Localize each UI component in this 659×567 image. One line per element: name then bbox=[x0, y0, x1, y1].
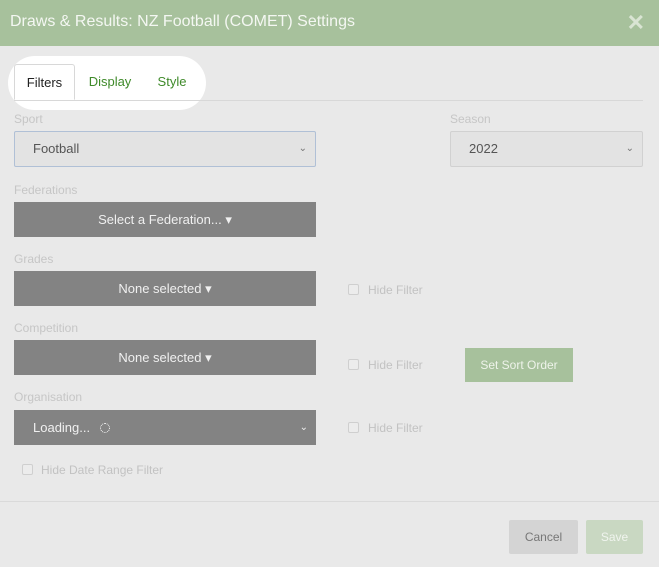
sport-select[interactable]: Football ⌄ bbox=[14, 131, 316, 167]
loading-spinner-icon bbox=[99, 423, 110, 433]
competition-value: None selected bbox=[118, 350, 202, 365]
caret-down-icon: ▾ bbox=[205, 350, 212, 365]
federations-dropdown[interactable]: Select a Federation... ▾ bbox=[14, 202, 316, 237]
organisation-value: Loading... bbox=[33, 420, 91, 435]
organisation-select[interactable]: Loading... ⌄ bbox=[14, 410, 316, 445]
save-button[interactable]: Save bbox=[586, 520, 643, 554]
chevron-down-icon: ⌄ bbox=[298, 143, 307, 154]
competition-dropdown[interactable]: None selected ▾ bbox=[14, 340, 316, 375]
grades-label: Grades bbox=[14, 252, 54, 266]
season-label: Season bbox=[450, 112, 491, 126]
caret-down-icon: ▾ bbox=[225, 212, 232, 227]
hide-date-range-label: Hide Date Range Filter bbox=[41, 463, 164, 477]
tab-display[interactable]: Display bbox=[80, 64, 140, 100]
federations-value: Select a Federation... bbox=[98, 212, 222, 227]
grades-hide-filter-label: Hide Filter bbox=[368, 283, 423, 297]
tab-style[interactable]: Style bbox=[146, 64, 198, 100]
tab-divider bbox=[14, 100, 643, 101]
grades-value: None selected bbox=[118, 281, 202, 296]
chevron-down-icon: ⌄ bbox=[625, 143, 634, 154]
competition-hide-filter-checkbox[interactable] bbox=[348, 359, 359, 370]
organisation-label: Organisation bbox=[14, 390, 83, 404]
dialog-header: Draws & Results: NZ Football (COMET) Set… bbox=[0, 0, 659, 46]
hide-date-range-checkbox[interactable] bbox=[22, 464, 33, 475]
season-value: 2022 bbox=[469, 141, 498, 156]
sport-label: Sport bbox=[14, 112, 43, 126]
chevron-down-icon: ⌄ bbox=[299, 422, 308, 433]
competition-label: Competition bbox=[14, 321, 79, 335]
grades-hide-filter-checkbox[interactable] bbox=[348, 284, 359, 295]
organisation-hide-filter-label: Hide Filter bbox=[368, 421, 423, 435]
organisation-hide-filter-checkbox[interactable] bbox=[348, 422, 359, 433]
federations-label: Federations bbox=[14, 183, 78, 197]
close-icon[interactable]: ✕ bbox=[627, 12, 645, 34]
competition-hide-filter-label: Hide Filter bbox=[368, 358, 423, 372]
tab-filters[interactable]: Filters bbox=[14, 64, 75, 100]
caret-down-icon: ▾ bbox=[205, 281, 212, 296]
footer-divider bbox=[0, 501, 659, 502]
grades-dropdown[interactable]: None selected ▾ bbox=[14, 271, 316, 306]
season-select[interactable]: 2022 ⌄ bbox=[450, 131, 643, 167]
cancel-button[interactable]: Cancel bbox=[509, 520, 578, 554]
set-sort-order-button[interactable]: Set Sort Order bbox=[465, 348, 573, 382]
dialog-title: Draws & Results: NZ Football (COMET) Set… bbox=[10, 13, 355, 30]
sport-value: Football bbox=[33, 141, 80, 156]
